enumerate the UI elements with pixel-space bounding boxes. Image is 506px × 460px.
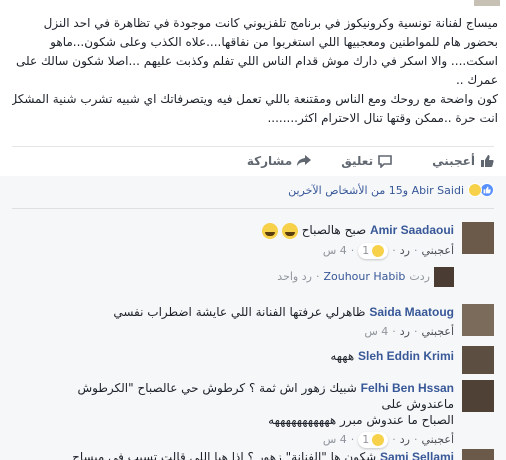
comment: Sleh Eddin Krimi هههه <box>12 346 494 374</box>
comment: Felhi Ben Hssan شبيك زهور اش ثمة ؟ كرطوش… <box>12 380 494 448</box>
post-actions: أعجبني تعليق مشاركة <box>12 148 494 174</box>
avatar[interactable] <box>462 380 494 412</box>
avatar[interactable] <box>462 346 494 374</box>
comment-reply-link[interactable]: رد <box>400 243 410 259</box>
avatar[interactable] <box>462 304 494 336</box>
post-line: عمرك .. <box>455 73 498 87</box>
share-button[interactable]: مشاركة <box>246 154 312 168</box>
comment-icon <box>378 155 392 168</box>
comment-text: ظاهرلي عرفتها الفنانة اللي عايشة اضطراب … <box>113 305 366 319</box>
like-reaction-icon <box>480 183 494 197</box>
comment: Sami Sellami شكون ها "الفنانة" زهور ؟ اذ… <box>12 449 494 460</box>
like-label: أعجبني <box>432 154 475 168</box>
replies-line[interactable]: ردت Zouhour Habib · رد واحد <box>54 266 454 287</box>
share-icon <box>297 155 312 166</box>
thumbs-up-icon <box>481 155 494 167</box>
comment-author[interactable]: Amir Saadaoui <box>370 223 454 237</box>
comment-time[interactable]: 4 س <box>364 324 388 340</box>
comment-author[interactable]: Sleh Eddin Krimi <box>358 349 454 363</box>
comment: Saida Maatoug ظاهرلي عرفتها الفنانة اللي… <box>12 304 494 340</box>
post-line: بحضور هام للمواطنين ومعجبيها اللي استغرب… <box>50 35 498 49</box>
comment-reaction-count[interactable]: 1 <box>358 242 389 259</box>
reaction-count: 1 <box>362 243 370 257</box>
post-card: ميساج لفنانة تونسية وكرونيكوز في برنامج … <box>0 0 506 460</box>
comment-meta: أعجبني · رد · 1 · 4 س <box>322 432 454 448</box>
comment-meta: أعجبني · رد · 1 · 4 س <box>322 242 454 259</box>
post-line: انت حرة ..ممكن وقتها تنال الاحترام اكثر.… <box>267 111 498 125</box>
reply-author[interactable]: Zouhour Habib <box>323 269 405 285</box>
share-label: مشاركة <box>246 154 293 168</box>
haha-icon <box>372 434 385 446</box>
comment-reply-link[interactable]: رد <box>400 324 410 340</box>
tongue-emoji-icon <box>262 222 279 239</box>
comments-divider <box>12 208 494 209</box>
comment-body: Sleh Eddin Krimi هههه <box>54 346 454 364</box>
reactions-text: Abir Saidi و15 من الأشخاص الآخرين <box>288 183 464 197</box>
comment-reaction-count[interactable]: 1 <box>358 432 389 448</box>
comment-text: صبح هالصباح <box>301 223 367 237</box>
comment-text: هههه <box>330 349 355 363</box>
comment-time[interactable]: 4 س <box>323 432 347 448</box>
haha-reaction-icon <box>468 183 482 197</box>
like-button[interactable]: أعجبني <box>432 154 494 168</box>
post-line: كون واضحة مع روحك ومع الناس ومقتنعة بالل… <box>12 92 498 106</box>
comment-text-continued: الصباح ما عندوش مبرر هههههههههههه <box>268 413 454 427</box>
post-line: اسكت.... والا اسكر في دارك موش قدام النا… <box>16 54 498 68</box>
avatar[interactable] <box>462 222 494 254</box>
comment-body: Sami Sellami شكون ها "الفنانة" زهور ؟ اذ… <box>54 449 454 460</box>
comment-like-link[interactable]: أعجبني <box>421 432 454 448</box>
divider <box>12 146 494 147</box>
comment-author[interactable]: Sami Sellami <box>380 450 454 460</box>
avatar[interactable] <box>462 449 494 460</box>
comment-label: تعليق <box>341 154 374 168</box>
comment-button[interactable]: تعليق <box>341 154 392 168</box>
reply-prefix: ردت <box>409 269 430 283</box>
post-line: ميساج لفنانة تونسية وكرونيكوز في برنامج … <box>43 16 498 30</box>
comment-like-link[interactable]: أعجبني <box>421 324 454 340</box>
reaction-count: 1 <box>362 433 370 446</box>
post-text: ميساج لفنانة تونسية وكرونيكوز في برنامج … <box>12 0 498 128</box>
comment-author[interactable]: Saida Maatoug <box>369 305 454 319</box>
comment-meta: أعجبني · رد · 4 س <box>364 324 454 340</box>
comment-like-link[interactable]: أعجبني <box>421 243 454 259</box>
reactions-summary[interactable]: Abir Saidi و15 من الأشخاص الآخرين <box>288 183 494 197</box>
reply-avatar <box>434 266 454 287</box>
laughing-emoji-icon <box>281 222 298 239</box>
comment: Amir Saadaoui صبح هالصباح أعجبني · رد · … <box>12 222 494 292</box>
comment-body: Saida Maatoug ظاهرلي عرفتها الفنانة اللي… <box>54 304 454 340</box>
comment-time[interactable]: 4 س <box>323 243 347 259</box>
comment-body: Felhi Ben Hssan شبيك زهور اش ثمة ؟ كرطوش… <box>54 380 454 448</box>
comment-body: Amir Saadaoui صبح هالصباح أعجبني · رد · … <box>54 222 454 287</box>
reply-count: رد واحد <box>277 269 312 283</box>
haha-icon <box>372 244 385 257</box>
comment-reply-link[interactable]: رد <box>400 432 410 448</box>
comment-author[interactable]: Felhi Ben Hssan <box>361 381 454 395</box>
